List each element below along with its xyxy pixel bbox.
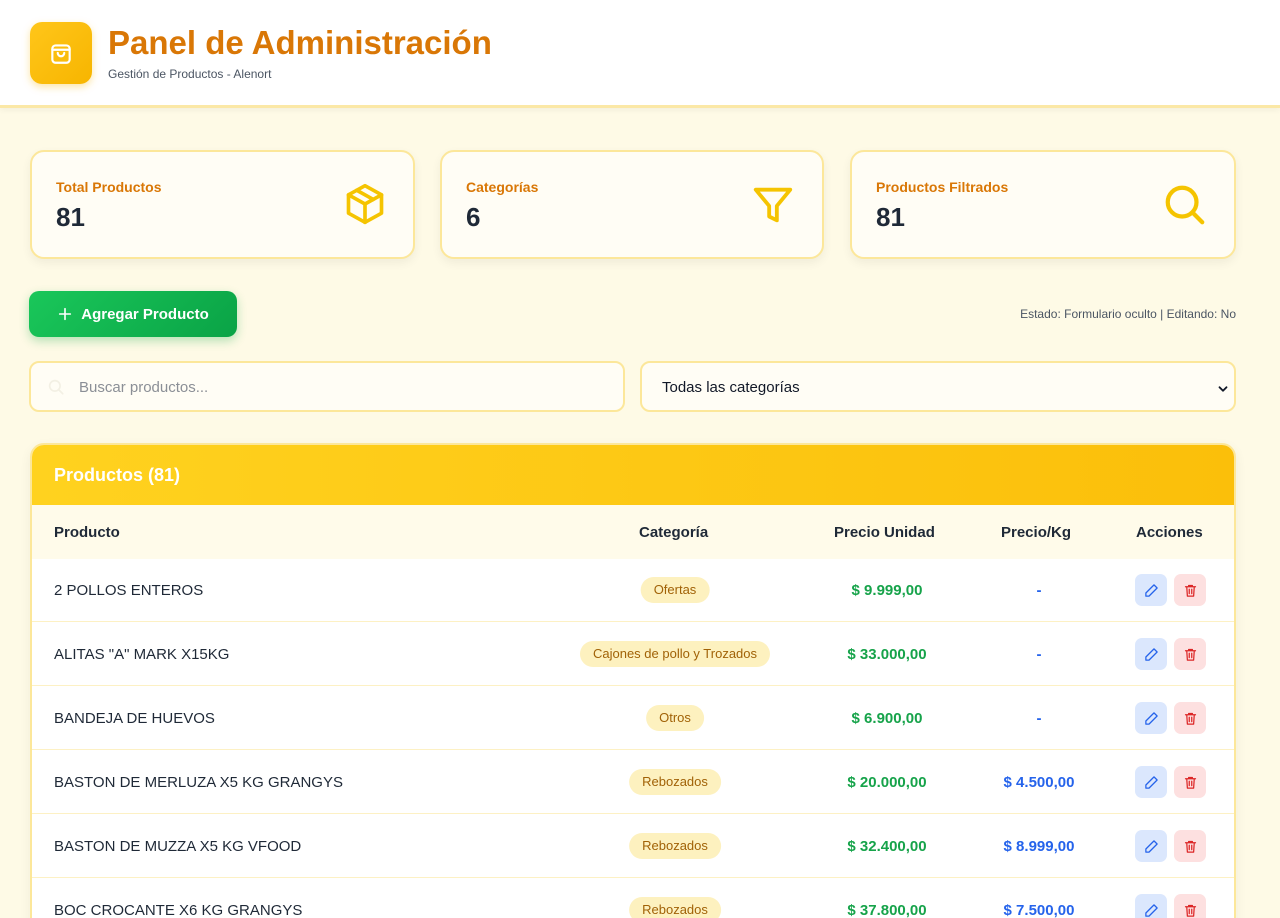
trash-icon — [1184, 776, 1196, 789]
price-per-kg: - — [1036, 582, 1042, 599]
category-select-value: Todas las categorías — [662, 379, 800, 396]
product-name: 2 POLLOS ENTEROS — [54, 582, 204, 599]
table-row: ALITAS "A" MARK X15KG Cajones de pollo y… — [32, 623, 1234, 686]
search-box — [29, 361, 625, 412]
category-select[interactable]: Todas las categorías — [640, 361, 1236, 412]
delete-button[interactable] — [1174, 638, 1206, 670]
stat-value: 81 — [56, 202, 85, 232]
plus-icon — [59, 307, 72, 321]
unit-price: $ 37.800,00 — [847, 902, 927, 918]
delete-button[interactable] — [1174, 830, 1206, 862]
trash-icon — [1184, 840, 1196, 853]
header-category: Categoría — [639, 524, 709, 541]
filter-icon — [753, 187, 793, 223]
product-name: BOC CROCANTE X6 KG GRANGYS — [54, 902, 303, 918]
stat-card-categories: Categorías 6 — [440, 150, 824, 259]
header-price-kg: Precio/Kg — [1001, 524, 1072, 541]
chevron-down-icon — [1218, 386, 1228, 392]
page-subtitle: Gestión de Productos - Alenort — [108, 67, 272, 81]
unit-price: $ 32.400,00 — [847, 838, 927, 855]
product-name: BANDEJA DE HUEVOS — [54, 710, 215, 727]
pencil-icon — [1144, 839, 1158, 853]
search-icon — [48, 379, 64, 395]
stat-label: Total Productos — [56, 179, 162, 195]
trash-icon — [1184, 648, 1196, 661]
table-header: Producto Categoría Precio Unidad Precio/… — [32, 505, 1234, 559]
product-name: ALITAS "A" MARK X15KG — [54, 646, 230, 663]
add-product-button[interactable]: Agregar Producto — [29, 291, 237, 337]
shopping-bag-icon — [51, 44, 71, 64]
price-per-kg: - — [1036, 646, 1042, 663]
logo — [30, 22, 92, 84]
unit-price: $ 33.000,00 — [847, 646, 927, 663]
product-name: BASTON DE MUZZA X5 KG VFOOD — [54, 838, 302, 855]
category-badge: Cajones de pollo y Trozados — [579, 641, 771, 667]
category-badge: Rebozados — [629, 769, 721, 795]
category-badge: Rebozados — [629, 833, 721, 859]
delete-button[interactable] — [1174, 766, 1206, 798]
stat-label: Productos Filtrados — [876, 179, 1009, 195]
pencil-icon — [1144, 647, 1158, 661]
unit-price: $ 20.000,00 — [847, 774, 927, 791]
products-panel: Productos (81) Producto Categoría Precio… — [30, 443, 1236, 918]
price-per-kg: $ 7.500,00 — [1003, 902, 1075, 918]
table-row: BOC CROCANTE X6 KG GRANGYS Rebozados $ 3… — [32, 879, 1234, 918]
edit-button[interactable] — [1135, 574, 1167, 606]
trash-icon — [1184, 712, 1196, 725]
edit-button[interactable] — [1135, 830, 1167, 862]
price-per-kg: $ 4.500,00 — [1003, 774, 1075, 791]
product-name: BASTON DE MERLUZA X5 KG GRANGYS — [54, 774, 343, 791]
header-product: Producto — [54, 524, 120, 541]
unit-price: $ 9.999,00 — [851, 582, 923, 599]
edit-button[interactable] — [1135, 894, 1167, 918]
add-product-label: Agregar Producto — [81, 305, 209, 323]
table-row: BASTON DE MUZZA X5 KG VFOOD Rebozados $ … — [32, 815, 1234, 878]
stat-value: 6 — [466, 202, 481, 232]
stat-card-filtered-products: Productos Filtrados 81 — [850, 150, 1236, 259]
pencil-icon — [1144, 903, 1158, 917]
table-row: BANDEJA DE HUEVOS Otros $ 6.900,00 - — [32, 687, 1234, 750]
products-panel-title: Productos (81) — [32, 445, 1234, 505]
category-badge: Rebozados — [629, 897, 721, 918]
header-unit-price: Precio Unidad — [834, 524, 935, 541]
page-title: Panel de Administración — [108, 24, 492, 61]
stat-value: 81 — [876, 202, 905, 232]
price-per-kg: - — [1036, 710, 1042, 727]
edit-button[interactable] — [1135, 702, 1167, 734]
table-row: 2 POLLOS ENTEROS Ofertas $ 9.999,00 - — [32, 559, 1234, 622]
table-row: BASTON DE MERLUZA X5 KG GRANGYS Rebozado… — [32, 751, 1234, 814]
category-badge: Ofertas — [640, 577, 710, 603]
edit-button[interactable] — [1135, 766, 1167, 798]
pencil-icon — [1144, 583, 1158, 597]
price-per-kg: $ 8.999,00 — [1003, 838, 1075, 855]
pencil-icon — [1144, 775, 1158, 789]
form-status-text: Estado: Formulario oculto | Editando: No — [1020, 307, 1236, 321]
trash-icon — [1184, 584, 1196, 597]
pencil-icon — [1144, 711, 1158, 725]
trash-icon — [1184, 904, 1196, 917]
search-input[interactable] — [79, 375, 599, 399]
box-icon — [346, 183, 384, 225]
app-header: Panel de Administración Gestión de Produ… — [0, 0, 1280, 108]
category-badge: Otros — [646, 705, 704, 731]
header-actions: Acciones — [1136, 524, 1203, 541]
stat-card-total-products: Total Productos 81 — [30, 150, 415, 259]
edit-button[interactable] — [1135, 638, 1167, 670]
stat-label: Categorías — [466, 179, 539, 195]
delete-button[interactable] — [1174, 574, 1206, 606]
delete-button[interactable] — [1174, 894, 1206, 918]
search-icon — [1165, 185, 1205, 225]
delete-button[interactable] — [1174, 702, 1206, 734]
unit-price: $ 6.900,00 — [851, 710, 923, 727]
